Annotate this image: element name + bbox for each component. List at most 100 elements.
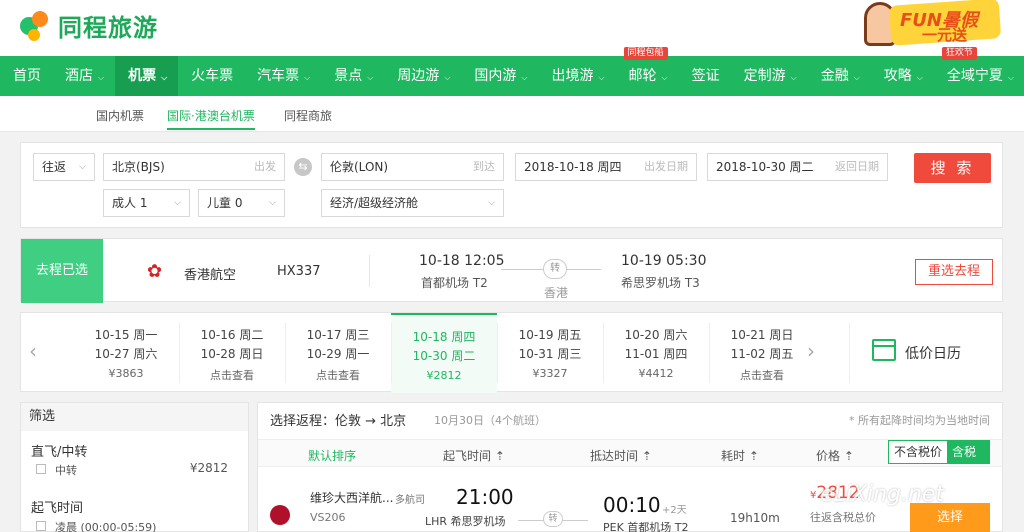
page: { "header": { "brand": "同程旅游", "promo": … [0,0,1024,532]
from-city-value: 北京(BJS) [112,160,165,174]
depart-date-input[interactable]: 2018-10-18 周四 出发日期 [515,153,697,181]
chevron-left-icon[interactable]: ‹ [29,339,37,363]
brand-name: 同程旅游 [58,14,158,42]
nav-item[interactable]: 汽车票 ⌵ [244,56,321,96]
child-select[interactable]: 儿童 0 ⌵ [198,189,285,217]
early-morning-checkbox[interactable] [36,521,46,531]
nav-item[interactable]: 国内游 ⌵ [461,56,538,96]
nav-item[interactable]: 周边游 ⌵ [384,56,461,96]
sort-default[interactable]: 默认排序 [308,447,356,464]
outbound-selected: 去程已选 ✿ 香港航空 HX337 10-18 12:05 首都机场 T2 转 … [20,238,1003,303]
date-cell-date: 10-21 周日 [730,328,794,342]
to-city-value: 伦敦(LON) [330,160,389,174]
date-cell-date: 10-19 周五 [518,328,582,342]
top-header: 同程旅游 FUN暑假 一元送 [0,0,1024,56]
nav-item-label: 邮轮 [628,68,657,84]
nav-item[interactable]: 火车票 [178,56,244,96]
results-header: 选择返程：伦敦 → 北京 10月30日（4个航班） * 所有起降时间均为当地时间 [258,403,1002,433]
divider [369,255,370,287]
date-cell-date: 10-28 周日 [200,347,264,361]
chevron-down-icon: ⌵ [444,73,451,82]
nav-item[interactable]: 出境游 ⌵ [538,56,615,96]
filter-section-title: 直飞/中转 [31,445,88,460]
date-cell[interactable]: 10-21 周日 11-02 周五 点击查看 [709,313,815,393]
tax-excluded-option[interactable]: 不含税价 [889,441,947,463]
from-hint: 出发 [254,160,276,173]
subnav-business[interactable]: 同程商旅 [284,107,332,124]
nav-item[interactable]: 全域宁夏 ⌵ 狂欢节 [934,47,1024,96]
nav-item-label: 周边游 [397,68,440,84]
results-heading: 选择返程：伦敦 → 北京 [270,414,407,429]
low-price-calendar-link[interactable]: 低价日历 [905,343,961,363]
nav-item[interactable]: 景点 ⌵ [321,56,384,96]
from-city-input[interactable]: 北京(BJS) 出发 [103,153,285,181]
to-hint: 到达 [473,160,495,173]
reselect-outbound-button[interactable]: 重选去程 [915,259,993,285]
sort-arr-time[interactable]: 抵达时间 ⇡ [590,447,652,464]
date-cell[interactable]: 10-16 周二 10-28 周日 点击查看 [179,313,285,393]
trip-type-select[interactable]: 往返 ⌵ [33,153,95,181]
sub-nav: 国内机票 国际·港澳台机票 同程商旅 [0,96,1024,132]
return-date-input[interactable]: 2018-10-30 周二 返回日期 [707,153,888,181]
nav-item[interactable]: 酒店 ⌵ [52,56,115,96]
swap-cities-icon[interactable]: ⇆ [294,158,312,176]
nav-item[interactable]: 定制游 ⌵ [731,56,808,96]
divider [849,323,850,383]
transfer-badge: 转 [543,259,567,279]
nav-item[interactable]: 攻略 ⌵ [871,56,934,96]
early-morning-label: 凌晨 (00:00-05:59) [55,521,157,532]
calendar-icon[interactable] [872,339,896,361]
sort-duration[interactable]: 耗时 ⇡ [721,447,759,464]
nav-item-label: 金融 [820,68,849,84]
results-panel: 选择返程：伦敦 → 北京 10月30日（4个航班） * 所有起降时间均为当地时间… [257,402,1003,532]
divider [285,323,286,383]
nav-item[interactable]: 邮轮 ⌵ 同程包船 [616,47,679,96]
nav-item-label: 汽车票 [257,68,300,84]
sort-dep-time[interactable]: 起飞时间 ⇡ [443,447,505,464]
outbound-flight-no: HX337 [277,264,321,279]
filter-title: 筛选 [21,403,248,431]
date-cell[interactable]: 10-15 周一 10-27 周六 ¥3863 [73,313,179,393]
chevron-down-icon: ⌵ [521,73,528,82]
nav-item[interactable]: 首页 [0,56,52,96]
nav-item-label: 签证 [691,68,720,84]
date-cell-date: 10-17 周三 [306,328,370,342]
date-cell[interactable]: 10-18 周四 10-30 周二 ¥2812 [391,313,497,393]
date-cell[interactable]: 10-17 周三 10-29 周一 点击查看 [285,313,391,393]
transfer-checkbox[interactable] [36,464,46,474]
chevron-down-icon: ⌵ [269,198,276,208]
adult-select[interactable]: 成人 1 ⌵ [103,189,190,217]
to-city-input[interactable]: 伦敦(LON) 到达 [321,153,504,181]
sort-price[interactable]: 价格 ⇡ [816,447,854,464]
brand-logo[interactable]: 同程旅游 [20,8,158,43]
row-dep-airport: LHR 希思罗机场 [425,515,506,528]
outbound-tag: 去程已选 [21,239,103,303]
transfer-badge: 转 [543,511,563,527]
date-cell-price: ¥4412 [638,367,674,380]
nav-item[interactable]: 机票 ⌵ [115,56,179,96]
divider [709,323,710,383]
date-cell[interactable]: 10-19 周五 10-31 周三 ¥3327 [497,313,603,393]
subnav-domestic[interactable]: 国内机票 [96,107,144,124]
row-duration: 19h10m [730,511,780,525]
nav-item[interactable]: 金融 ⌵ [808,56,871,96]
subnav-international[interactable]: 国际·港澳台机票 [167,107,255,130]
row-multi-airline: 多航司 [395,495,425,506]
main-nav: 首页 酒店 ⌵ 机票 ⌵ 火车票 汽车票 ⌵ 景点 ⌵ 周边游 ⌵ 国内游 ⌵ 出境游 ⌵ 邮轮 ⌵ 同程包船 签证定… [0,47,1024,96]
chevron-down-icon: ⌵ [790,73,797,82]
tax-included-option[interactable]: 含税价 [947,441,989,481]
promo-banner[interactable]: FUN暑假 一元送 [860,0,1010,50]
search-button[interactable]: 搜 索 [914,153,991,183]
virgin-logo-icon [270,505,290,525]
nav-item[interactable]: 签证 [679,56,731,96]
select-flight-button[interactable]: 选择 [910,503,990,532]
date-cell-date: 10-30 周二 [412,349,476,363]
transfer-option-price: ¥2812 [189,461,228,475]
depart-hint: 出发日期 [644,160,688,173]
date-cell-date: 10-15 周一 [94,328,158,342]
chevron-down-icon: ⌵ [916,73,923,82]
date-cell[interactable]: 10-20 周六 11-01 周四 ¥4412 [603,313,709,393]
cabin-select[interactable]: 经济/超级经济舱 ⌵ [321,189,504,217]
outbound-arr-airport: 希思罗机场 T3 [621,276,700,290]
chevron-down-icon: ⌵ [174,198,181,208]
